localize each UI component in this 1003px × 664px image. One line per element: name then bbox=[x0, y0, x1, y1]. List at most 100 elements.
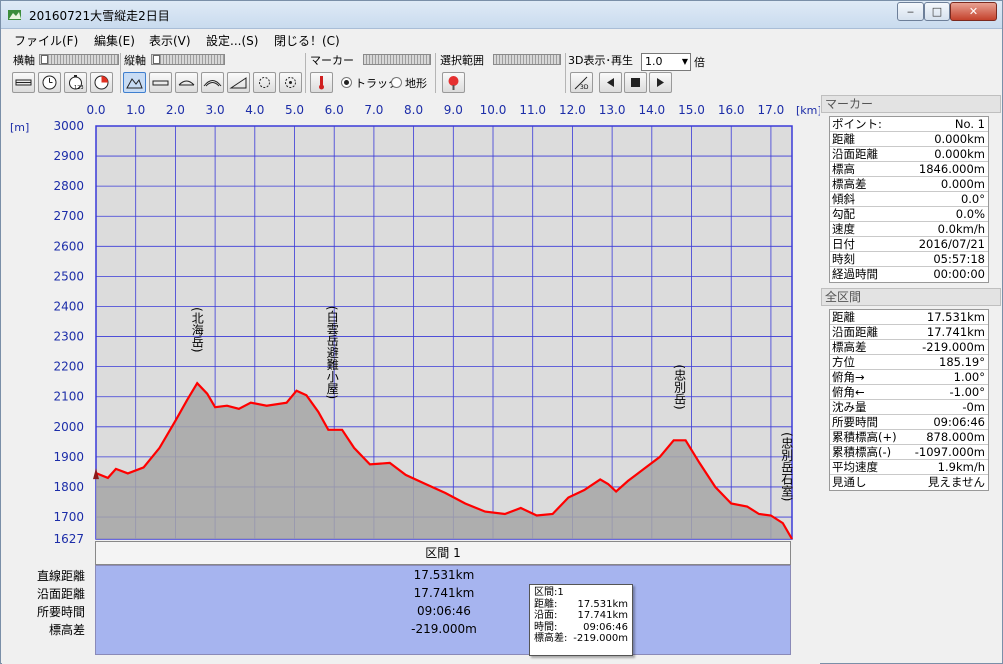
clock-icon bbox=[42, 75, 57, 90]
all-key: 累積標高(+) bbox=[832, 430, 897, 444]
tooltip-title: 区間:1 bbox=[534, 587, 564, 598]
interval-panel[interactable]: 17.531km 17.741km 09:06:46 -219.000m bbox=[95, 565, 791, 655]
all-row: 標高差 -219.000m bbox=[830, 340, 988, 355]
marker-row: 標高 1846.000m bbox=[830, 162, 988, 177]
menu-bar: ファイル(F) 編集(E) 表示(V) 設定...(S) 閉じる！(C) bbox=[2, 30, 1001, 50]
marker-row: 時刻 05:57:18 bbox=[830, 252, 988, 267]
arc-profile-button[interactable] bbox=[175, 72, 198, 93]
interval-straight-distance: 17.531km bbox=[413, 568, 475, 582]
elevation-profile-button[interactable] bbox=[123, 72, 146, 93]
all-value: -1.00° bbox=[949, 385, 985, 399]
all-value: 見えません bbox=[927, 475, 985, 489]
all-value: 17.741km bbox=[926, 325, 985, 339]
tooltip-value: 17.531km bbox=[577, 598, 628, 610]
speed-select[interactable]: 1.0 ▼ bbox=[641, 53, 691, 71]
x-tick-label: 9.0 bbox=[444, 103, 463, 117]
marker-key: 時刻 bbox=[832, 252, 855, 266]
gear2-button[interactable] bbox=[279, 72, 302, 93]
y-tick-label: 1627 bbox=[53, 532, 84, 543]
all-key: 平均速度 bbox=[832, 460, 878, 474]
window-title: 20160721大雪縦走2日目 bbox=[29, 9, 170, 23]
pin-icon bbox=[448, 76, 459, 90]
menu-settings[interactable]: 設定...(S) bbox=[206, 32, 258, 49]
info-panel: マーカー ポイント: No. 1 距離 0.000km 沿面距離 0.000km 標高 184… bbox=[821, 95, 1001, 664]
x-tick-label: 1.0 bbox=[126, 103, 145, 117]
x-tick-label: 8.0 bbox=[404, 103, 423, 117]
rewind-button[interactable] bbox=[599, 72, 622, 93]
all-key: 距離 bbox=[832, 310, 855, 324]
all-row: 俯角→ 1.00° bbox=[830, 370, 988, 385]
all-value: -0m bbox=[962, 400, 985, 414]
marker-button[interactable] bbox=[310, 72, 333, 93]
all-row: 距離 17.531km bbox=[830, 310, 988, 325]
all-value: 17.531km bbox=[926, 310, 985, 324]
y-tick-label: 2700 bbox=[53, 209, 84, 223]
svg-text:3D: 3D bbox=[580, 84, 589, 91]
menu-edit[interactable]: 編集(E) bbox=[94, 32, 135, 49]
y-tick-label: 2500 bbox=[53, 269, 84, 283]
wide-arc-profile-button[interactable] bbox=[201, 72, 224, 93]
all-info-table: 距離 17.531km 沿面距離 17.741km 標高差 -219.000m 方位 185.… bbox=[829, 309, 989, 491]
peak-label: (白雲岳避難小屋) bbox=[325, 306, 339, 399]
x-tick-label: 15.0 bbox=[678, 103, 705, 117]
horizontal-distance-button[interactable] bbox=[12, 72, 35, 93]
maximize-button[interactable]: □ bbox=[924, 2, 950, 21]
marker-value: 2016/07/21 bbox=[918, 237, 985, 251]
marker-key: 速度 bbox=[832, 222, 855, 236]
interval-elevation-diff: -219.000m bbox=[411, 622, 477, 636]
interval-duration: 09:06:46 bbox=[417, 604, 471, 618]
flat-icon bbox=[152, 80, 169, 86]
selection-slider[interactable] bbox=[493, 54, 561, 65]
elapsed-time-button[interactable]: 123 bbox=[64, 72, 87, 93]
y-tick-label: 3000 bbox=[53, 119, 84, 133]
menu-close[interactable]: 閉じる！(C) bbox=[274, 32, 340, 49]
close-button[interactable]: ✕ bbox=[950, 2, 997, 21]
selection-button[interactable] bbox=[442, 72, 465, 93]
marker-row: 標高差 0.000m bbox=[830, 177, 988, 192]
all-key: 見通し bbox=[832, 475, 867, 489]
all-value: 09:06:46 bbox=[933, 415, 985, 429]
menu-view[interactable]: 表示(V) bbox=[149, 32, 191, 49]
all-value: -219.000m bbox=[922, 340, 985, 354]
stopwatch-icon: 123 bbox=[69, 75, 84, 91]
stop-button[interactable] bbox=[624, 72, 647, 93]
x-axis-slider[interactable] bbox=[39, 54, 119, 65]
all-row: 方位 185.19° bbox=[830, 355, 988, 370]
flat-profile-button[interactable] bbox=[149, 72, 172, 93]
track-radio[interactable] bbox=[341, 77, 352, 88]
marker-row: 距離 0.000km bbox=[830, 132, 988, 147]
y-tick-label: 1800 bbox=[53, 480, 84, 494]
elevation-chart[interactable]: 0.0 1.0 2.0 3.0 4.0 5.0 6.0 7.0 8.0 9.0 10.0 11.0 12… bbox=[2, 95, 820, 543]
slope-button[interactable] bbox=[227, 72, 250, 93]
x-tick-label: 10.0 bbox=[480, 103, 507, 117]
x-tick-label: 14.0 bbox=[638, 103, 665, 117]
separator bbox=[565, 53, 566, 93]
interval-header: 区間 1 bbox=[95, 541, 791, 565]
play-button[interactable] bbox=[649, 72, 672, 93]
tooltip-value: -219.000m bbox=[573, 633, 628, 644]
y-axis-slider[interactable] bbox=[151, 54, 225, 65]
3d-view-button[interactable]: 3D bbox=[570, 72, 593, 93]
y-tick-label: 2200 bbox=[53, 360, 84, 374]
all-row: 見通し 見えません bbox=[830, 475, 988, 490]
menu-file[interactable]: ファイル(F) bbox=[14, 32, 78, 49]
minimize-button[interactable]: ‒ bbox=[897, 2, 924, 21]
terrain-radio[interactable] bbox=[391, 77, 402, 88]
marker-key: 距離 bbox=[832, 132, 855, 146]
all-key: 俯角← bbox=[832, 385, 865, 399]
play-icon bbox=[657, 78, 664, 87]
gear-button[interactable] bbox=[253, 72, 276, 93]
y-tick-label: 2100 bbox=[53, 390, 84, 404]
pie-button[interactable] bbox=[90, 72, 113, 93]
y-axis-slider-knob[interactable] bbox=[153, 55, 160, 64]
marker-slider[interactable] bbox=[363, 54, 431, 65]
x-axis-slider-knob[interactable] bbox=[41, 55, 48, 64]
marker-value: 0.000km bbox=[934, 132, 985, 146]
marker-row: 沿面距離 0.000km bbox=[830, 147, 988, 162]
marker-section-header: マーカー bbox=[821, 95, 1001, 113]
tooltip-row: 沿面: 17.741km bbox=[534, 610, 628, 622]
y-tick-label: 2400 bbox=[53, 299, 84, 313]
time-axis-button[interactable] bbox=[38, 72, 61, 93]
tooltip-key: 沿面: bbox=[534, 610, 558, 621]
stop-icon bbox=[631, 78, 640, 87]
